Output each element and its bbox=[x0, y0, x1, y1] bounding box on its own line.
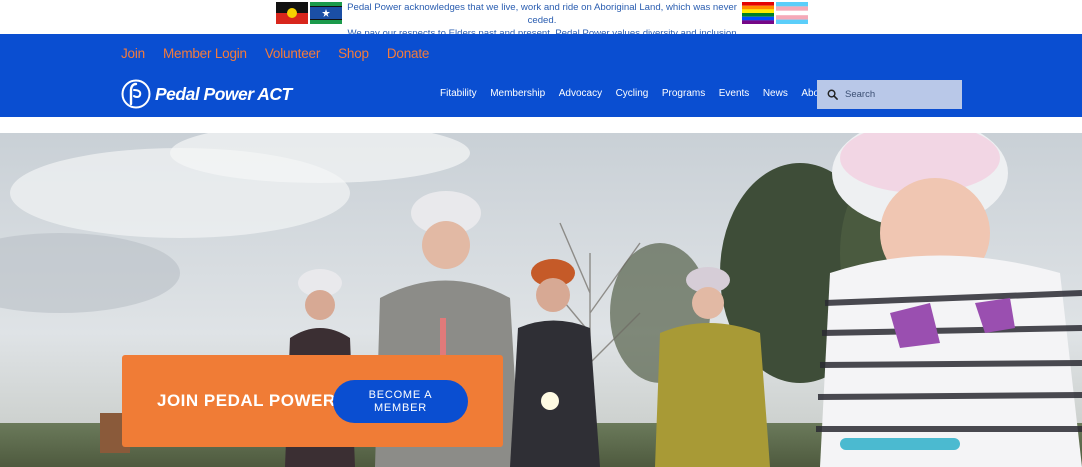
cta-title: JOIN PEDAL POWER bbox=[157, 391, 336, 410]
nav-item-advocacy[interactable]: Advocacy bbox=[559, 88, 602, 99]
nav-item-programs[interactable]: Programs bbox=[662, 88, 705, 99]
become-member-line-1: BECOME A bbox=[368, 389, 433, 401]
main-nav: Fitability Membership Advocacy Cycling P… bbox=[440, 88, 841, 99]
search-icon[interactable] bbox=[827, 89, 838, 100]
become-member-line-2: MEMBER bbox=[373, 402, 428, 414]
torres-strait-islander-flag-icon bbox=[310, 2, 342, 24]
pride-flag-icon bbox=[742, 2, 774, 24]
logo-text: Pedal Power ACT bbox=[155, 83, 292, 104]
nav-item-fitability[interactable]: Fitability bbox=[440, 88, 477, 99]
pedal-power-logo-icon bbox=[121, 79, 151, 109]
nav-item-events[interactable]: Events bbox=[719, 88, 750, 99]
shop-link[interactable]: Shop bbox=[338, 46, 369, 61]
member-login-link[interactable]: Member Login bbox=[163, 46, 247, 61]
transgender-flag-icon bbox=[776, 2, 808, 24]
join-cta-panel: JOIN PEDAL POWER BECOME A MEMBER bbox=[122, 355, 503, 447]
acknowledgement-line-1: Pedal Power acknowledges that we live, w… bbox=[347, 2, 737, 26]
search-input[interactable] bbox=[845, 89, 955, 100]
nav-item-cycling[interactable]: Cycling bbox=[616, 88, 649, 99]
donate-link[interactable]: Donate bbox=[387, 46, 430, 61]
top-links: Join Member Login Volunteer Shop Donate bbox=[121, 46, 447, 61]
site-logo[interactable]: Pedal Power ACT bbox=[121, 79, 292, 109]
nav-item-news[interactable]: News bbox=[763, 88, 788, 99]
nav-item-membership[interactable]: Membership bbox=[490, 88, 545, 99]
acknowledgement-bar: Pedal Power acknowledges that we live, w… bbox=[0, 0, 1082, 39]
site-header: Join Member Login Volunteer Shop Donate … bbox=[0, 34, 1082, 117]
search-box[interactable] bbox=[817, 80, 962, 109]
aboriginal-flag-icon bbox=[276, 2, 308, 24]
volunteer-link[interactable]: Volunteer bbox=[265, 46, 320, 61]
become-member-button[interactable]: BECOME A MEMBER bbox=[333, 380, 468, 423]
hero-image: JOIN PEDAL POWER BECOME A MEMBER bbox=[0, 133, 1082, 467]
join-link[interactable]: Join bbox=[121, 46, 145, 61]
